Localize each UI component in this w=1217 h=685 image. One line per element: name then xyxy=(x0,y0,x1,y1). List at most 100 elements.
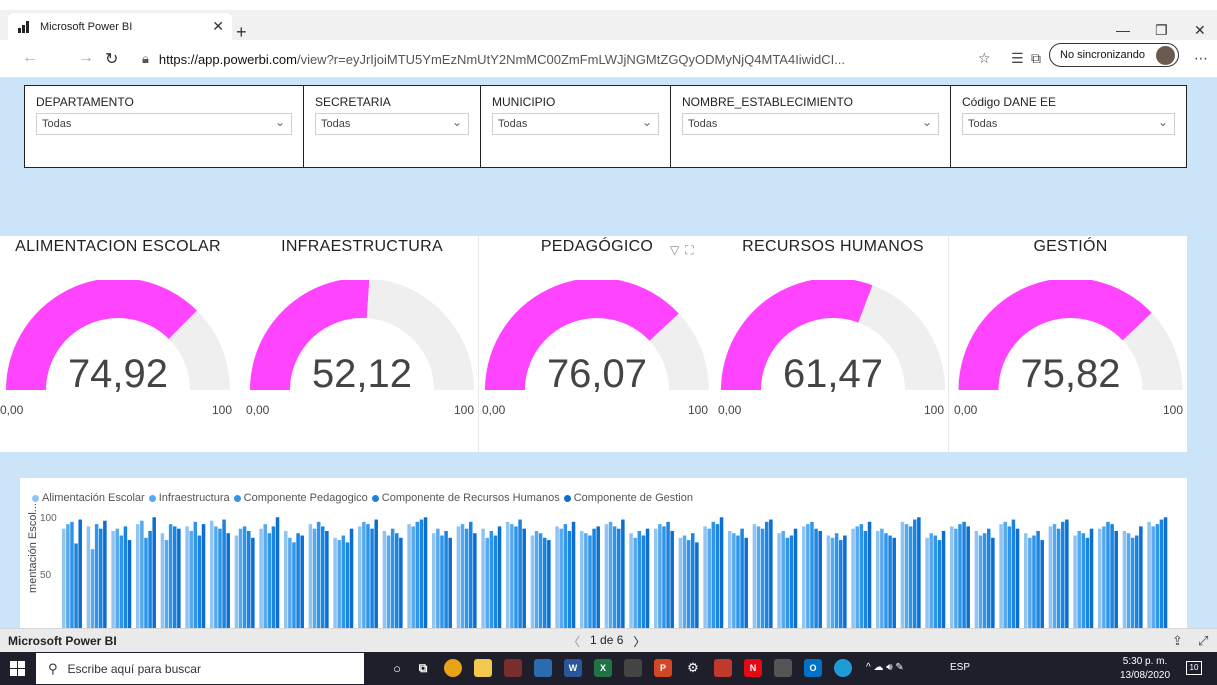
chart-bar[interactable] xyxy=(929,533,933,628)
chart-bar[interactable] xyxy=(94,524,99,628)
chart-bar[interactable] xyxy=(925,537,929,628)
chart-bar[interactable] xyxy=(830,537,835,628)
notification-icon[interactable]: 10 xyxy=(1186,661,1202,675)
netflix-icon[interactable]: N xyxy=(744,659,762,677)
chart-bar[interactable] xyxy=(189,530,193,628)
chart-bar[interactable] xyxy=(259,528,263,628)
chart-bar[interactable] xyxy=(1056,528,1061,628)
chart-bar[interactable] xyxy=(859,524,864,628)
chart-bar[interactable] xyxy=(481,528,485,628)
chart-bar[interactable] xyxy=(234,535,239,628)
chart-bar[interactable] xyxy=(834,533,839,628)
chart-bar[interactable] xyxy=(173,526,177,628)
chart-bar[interactable] xyxy=(826,535,831,628)
chart-bar[interactable] xyxy=(530,535,535,628)
chart-bar[interactable] xyxy=(781,530,785,628)
close-window-icon[interactable]: ✕ xyxy=(1194,22,1206,39)
chart-bar[interactable] xyxy=(164,540,169,628)
chart-bar[interactable] xyxy=(460,524,465,628)
chart-bar[interactable] xyxy=(1130,537,1135,628)
chart-bar[interactable] xyxy=(144,537,148,628)
chart-bar[interactable] xyxy=(1061,521,1065,628)
chart-bar[interactable] xyxy=(300,535,304,628)
chart-bar[interactable] xyxy=(489,530,494,628)
chart-bar[interactable] xyxy=(691,533,695,628)
chart-bar[interactable] xyxy=(210,520,214,628)
chart-bar[interactable] xyxy=(1077,530,1081,628)
share-icon[interactable]: ⇪ xyxy=(1172,633,1183,649)
chart-bar[interactable] xyxy=(370,528,374,628)
close-tab-icon[interactable]: ✕ xyxy=(212,18,224,35)
chart-bar[interactable] xyxy=(982,533,987,628)
chart-bar[interactable] xyxy=(288,537,292,628)
chart-bar[interactable] xyxy=(485,537,489,628)
chart-bar[interactable] xyxy=(1081,533,1086,628)
chart-bar[interactable] xyxy=(1114,530,1118,628)
chart-bar[interactable] xyxy=(514,526,518,628)
chart-bar[interactable] xyxy=(123,526,128,628)
collections-icon[interactable]: ⧉ xyxy=(1031,50,1041,67)
chart-bar[interactable] xyxy=(78,519,82,628)
chart-bar[interactable] xyxy=(1147,521,1151,628)
chart-bar[interactable] xyxy=(497,526,502,628)
chart-bar[interactable] xyxy=(604,524,609,628)
chart-bar[interactable] xyxy=(1032,535,1036,628)
favorite-star-icon[interactable]: ☆ xyxy=(978,50,991,67)
chart-bar[interactable] xyxy=(999,524,1003,628)
chart-bar[interactable] xyxy=(469,521,473,628)
chart-bar[interactable] xyxy=(399,537,403,628)
chart-bar[interactable] xyxy=(193,521,198,628)
chart-bar[interactable] xyxy=(152,517,156,628)
chart-bar[interactable] xyxy=(62,528,66,628)
gauge-infraestructura[interactable]: INFRAESTRUCTURA 52,12 0,00 100 xyxy=(246,236,478,452)
browser-tab[interactable]: Microsoft Power BI ✕ xyxy=(8,13,232,40)
chart-bar[interactable] xyxy=(662,526,666,628)
chart-bar[interactable] xyxy=(436,528,440,628)
chart-bar[interactable] xyxy=(666,521,670,628)
chart-bar[interactable] xyxy=(843,535,847,628)
url-input[interactable]: 🔒︎ https://app.powerbi.com/view?r=eyJrIj… xyxy=(142,46,962,72)
chart-bar[interactable] xyxy=(806,524,810,628)
system-tray-icons[interactable]: ^ ☁ 🔊︎ ✎ xyxy=(866,662,904,673)
chart-bar[interactable] xyxy=(1011,519,1016,628)
restore-icon[interactable]: ❐ xyxy=(1155,22,1168,39)
chart-bar[interactable] xyxy=(423,517,428,628)
chart-bar[interactable] xyxy=(645,528,650,628)
chart-bar[interactable] xyxy=(444,530,448,628)
chart-bar[interactable] xyxy=(90,549,95,628)
chart-bar[interactable] xyxy=(390,528,395,628)
profile-sync-button[interactable]: No sincronizando xyxy=(1049,43,1179,67)
slicer-dropdown[interactable]: Todas ⌄ xyxy=(682,113,939,135)
powerpoint-icon[interactable]: P xyxy=(654,659,672,677)
chart-bar[interactable] xyxy=(70,521,74,628)
slicer-dropdown[interactable]: Todas ⌄ xyxy=(315,113,469,135)
chart-bar[interactable] xyxy=(1102,526,1106,628)
chart-bar[interactable] xyxy=(933,535,938,628)
chart-bar[interactable] xyxy=(596,526,600,628)
chart-bar[interactable] xyxy=(818,530,822,628)
chart-bar[interactable] xyxy=(197,535,202,628)
legend-item[interactable]: Infraestructura xyxy=(148,492,230,504)
app-icon[interactable] xyxy=(624,659,642,677)
chart-bar[interactable] xyxy=(555,526,559,628)
chart-bar[interactable] xyxy=(140,520,144,628)
chart-bar[interactable] xyxy=(1151,526,1155,628)
chart-bar[interactable] xyxy=(222,519,226,628)
chart-bar[interactable] xyxy=(456,526,461,628)
chart-bar[interactable] xyxy=(908,526,913,628)
chart-bar[interactable] xyxy=(736,535,740,628)
next-page-icon[interactable]: 〉 xyxy=(633,633,645,650)
chart-bar[interactable] xyxy=(74,543,78,629)
chart-bar[interactable] xyxy=(756,526,761,628)
chart-bar[interactable] xyxy=(641,535,646,628)
chart-bar[interactable] xyxy=(374,519,378,628)
chart-bar[interactable] xyxy=(308,524,313,628)
chart-bar[interactable] xyxy=(682,535,687,628)
chart-bar[interactable] xyxy=(1052,524,1057,628)
chart-bar[interactable] xyxy=(349,528,354,628)
chart-bar[interactable] xyxy=(1065,519,1069,628)
chart-bar[interactable] xyxy=(247,530,251,628)
chart-bar[interactable] xyxy=(633,537,637,628)
previous-page-icon[interactable]: 〈 xyxy=(568,633,580,650)
chart-bar[interactable] xyxy=(547,540,551,628)
